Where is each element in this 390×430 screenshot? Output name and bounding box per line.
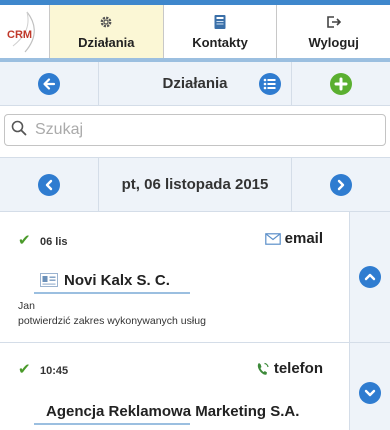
nav-item-wyloguj[interactable]: Wyloguj bbox=[277, 5, 390, 58]
arrow-left-icon bbox=[38, 72, 60, 95]
toolbar-right bbox=[259, 62, 390, 105]
search-box bbox=[4, 114, 386, 146]
gear-icon bbox=[98, 14, 114, 30]
list-button[interactable] bbox=[259, 72, 281, 95]
add-button[interactable] bbox=[330, 72, 352, 95]
chevron-down-icon bbox=[359, 381, 381, 404]
chevron-left-icon bbox=[38, 173, 60, 196]
company-link[interactable]: Agencja Reklamowa Marketing S.A. bbox=[34, 399, 299, 425]
toolbar: Działania bbox=[0, 62, 390, 106]
svg-text:CRM: CRM bbox=[7, 29, 32, 41]
check-icon: ✔ bbox=[18, 232, 31, 249]
next-day-button[interactable] bbox=[292, 158, 390, 211]
search-input[interactable] bbox=[35, 121, 355, 139]
search-section bbox=[0, 106, 390, 158]
company-name: Novi Kalx S. C. bbox=[64, 271, 170, 289]
list-icon bbox=[263, 78, 276, 89]
activity-card: ✔ 06 lis email Novi Kalx S. C. Jan potwi… bbox=[0, 212, 350, 342]
phone-icon bbox=[257, 362, 269, 375]
logout-icon bbox=[326, 14, 342, 30]
envelope-icon bbox=[264, 232, 281, 245]
contact-person: Jan bbox=[18, 300, 35, 312]
activity-date: 10:45 bbox=[40, 365, 69, 377]
address-book-icon bbox=[213, 14, 227, 30]
previous-day-button[interactable] bbox=[0, 158, 98, 211]
nav-item-kontakty[interactable]: Kontakty bbox=[164, 5, 278, 58]
activity-type-label: email bbox=[284, 230, 323, 247]
company-name: Agencja Reklamowa Marketing S.A. bbox=[46, 402, 300, 420]
activity-type-label: telefon bbox=[273, 360, 323, 377]
check-icon: ✔ bbox=[18, 361, 31, 378]
nav-item-label: Wyloguj bbox=[308, 34, 359, 50]
date-navigation: pt, 06 listopada 2015 bbox=[0, 158, 390, 212]
activity-description: potwierdzić zakres wykonywanych usług bbox=[18, 315, 206, 327]
activity-card: ✔ 10:45 telefon Agencja Reklamowa Market… bbox=[0, 343, 350, 430]
activity-type: email bbox=[264, 230, 323, 247]
back-button[interactable] bbox=[0, 62, 98, 105]
crm-logo-icon: CRM bbox=[7, 11, 35, 52]
chevron-up-icon bbox=[359, 266, 381, 288]
search-icon bbox=[11, 120, 27, 141]
list-item[interactable]: ✔ 06 lis email Novi Kalx S. C. Jan potwi… bbox=[0, 212, 390, 343]
collapse-button[interactable] bbox=[350, 212, 390, 342]
nav-item-label: Działania bbox=[78, 34, 135, 50]
activity-date: 06 lis bbox=[40, 236, 68, 248]
chevron-right-icon bbox=[330, 173, 352, 196]
app-root: { "header": { "logo_text": "CRM", "nav":… bbox=[0, 0, 390, 430]
list-item[interactable]: ✔ 10:45 telefon Agencja Reklamowa Market… bbox=[0, 343, 390, 430]
nav-item-label: Kontakty bbox=[192, 34, 248, 50]
crm-logo[interactable]: CRM bbox=[0, 5, 50, 58]
current-date: pt, 06 listopada 2015 bbox=[98, 158, 292, 211]
main-nav: CRM Działania Kontakty Wyloguj bbox=[0, 5, 390, 62]
company-link[interactable]: Novi Kalx S. C. bbox=[34, 268, 190, 294]
plus-icon bbox=[334, 77, 348, 90]
activity-type: telefon bbox=[256, 360, 323, 377]
nav-item-dzialania[interactable]: Działania bbox=[50, 5, 164, 58]
contact-card-icon bbox=[40, 273, 58, 287]
expand-button[interactable] bbox=[350, 343, 390, 430]
